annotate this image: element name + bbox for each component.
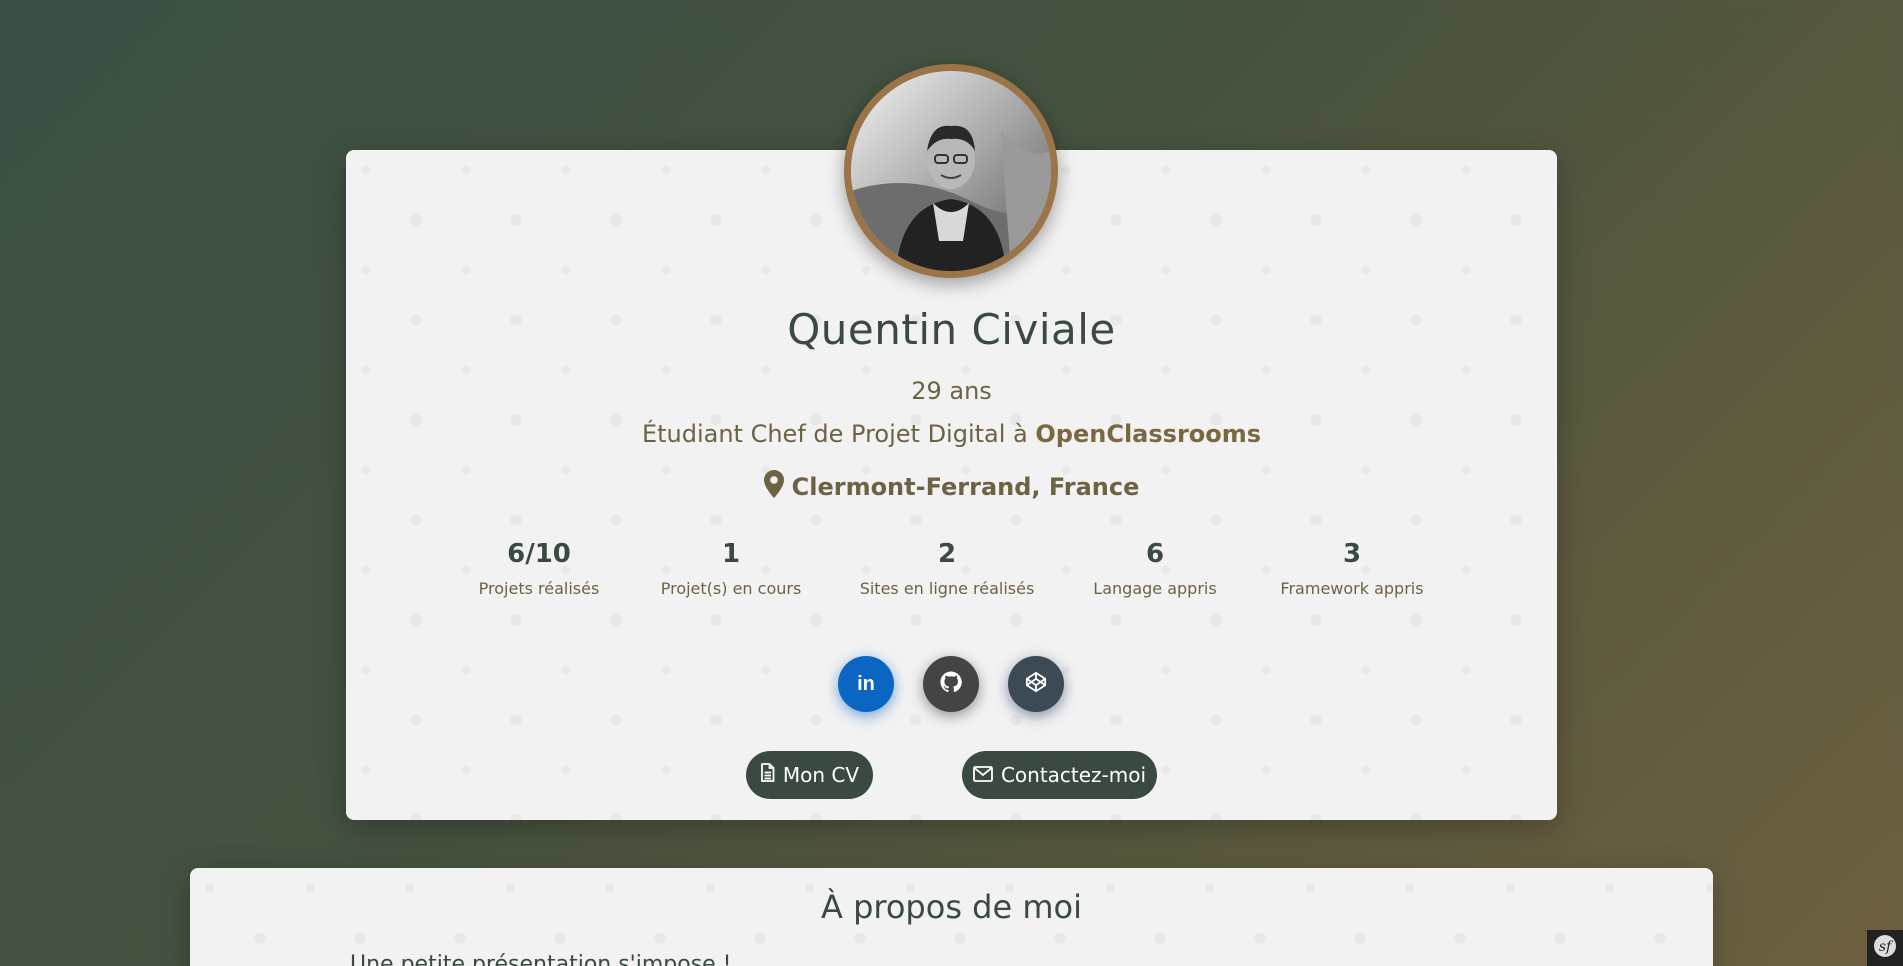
stat-label: Projets réalisés [478, 579, 600, 598]
profile-age: 29 ans [911, 377, 992, 405]
avatar-photo [851, 71, 1051, 271]
contact-label: Contactez-moi [1000, 763, 1147, 787]
file-icon [760, 763, 775, 787]
stat-projects-done: 6/10 Projets réalisés [479, 537, 600, 598]
location-text: Clermont-Ferrand, France [791, 473, 1140, 501]
cv-label: Mon CV [782, 763, 860, 787]
linkedin-button[interactable]: in [838, 656, 894, 712]
symfony-toolbar-toggle[interactable]: sf [1867, 930, 1903, 966]
github-button[interactable] [923, 656, 979, 712]
job-title: Étudiant Chef de Projet Digital à [641, 420, 1028, 448]
stat-label: Langage appris [1093, 579, 1217, 598]
stat-languages: 6 Langage appris [1093, 537, 1216, 598]
stat-value: 1 [721, 539, 741, 569]
stat-value: 3 [1342, 539, 1362, 569]
profile-job: Étudiant Chef de Projet Digital à OpenCl… [0, 420, 1903, 448]
stat-value: 2 [937, 539, 957, 569]
cv-button[interactable]: Mon CV [746, 751, 873, 799]
profile-avatar [844, 64, 1058, 278]
stat-label: Framework appris [1280, 579, 1424, 598]
github-icon [940, 671, 962, 697]
profile-name: Quentin Civiale [787, 305, 1116, 354]
codepen-icon [1025, 671, 1047, 697]
envelope-icon [973, 763, 993, 787]
stat-value: 6/10 [507, 539, 571, 569]
codepen-button[interactable] [1008, 656, 1064, 712]
profile-location: Clermont-Ferrand, France [0, 470, 1903, 504]
stat-value: 6 [1145, 539, 1165, 569]
symfony-icon: sf [1873, 934, 1897, 962]
stat-label: Sites en ligne réalisés [859, 579, 1035, 598]
company-name: OpenClassrooms [1035, 420, 1262, 448]
stat-sites-online: 2 Sites en ligne réalisés [860, 537, 1035, 598]
about-intro: Une petite présentation s'impose ! [350, 952, 732, 966]
contact-button[interactable]: Contactez-moi [962, 751, 1157, 799]
stat-frameworks: 3 Framework appris [1280, 537, 1423, 598]
stats-row: 6/10 Projets réalisés 1 Projet(s) en cou… [0, 537, 1903, 607]
map-pin-icon [763, 470, 784, 504]
stat-label: Projet(s) en cours [660, 579, 802, 598]
stat-projects-in-progress: 1 Projet(s) en cours [661, 537, 802, 598]
linkedin-icon: in [857, 672, 875, 695]
about-title: À propos de moi [821, 888, 1082, 926]
